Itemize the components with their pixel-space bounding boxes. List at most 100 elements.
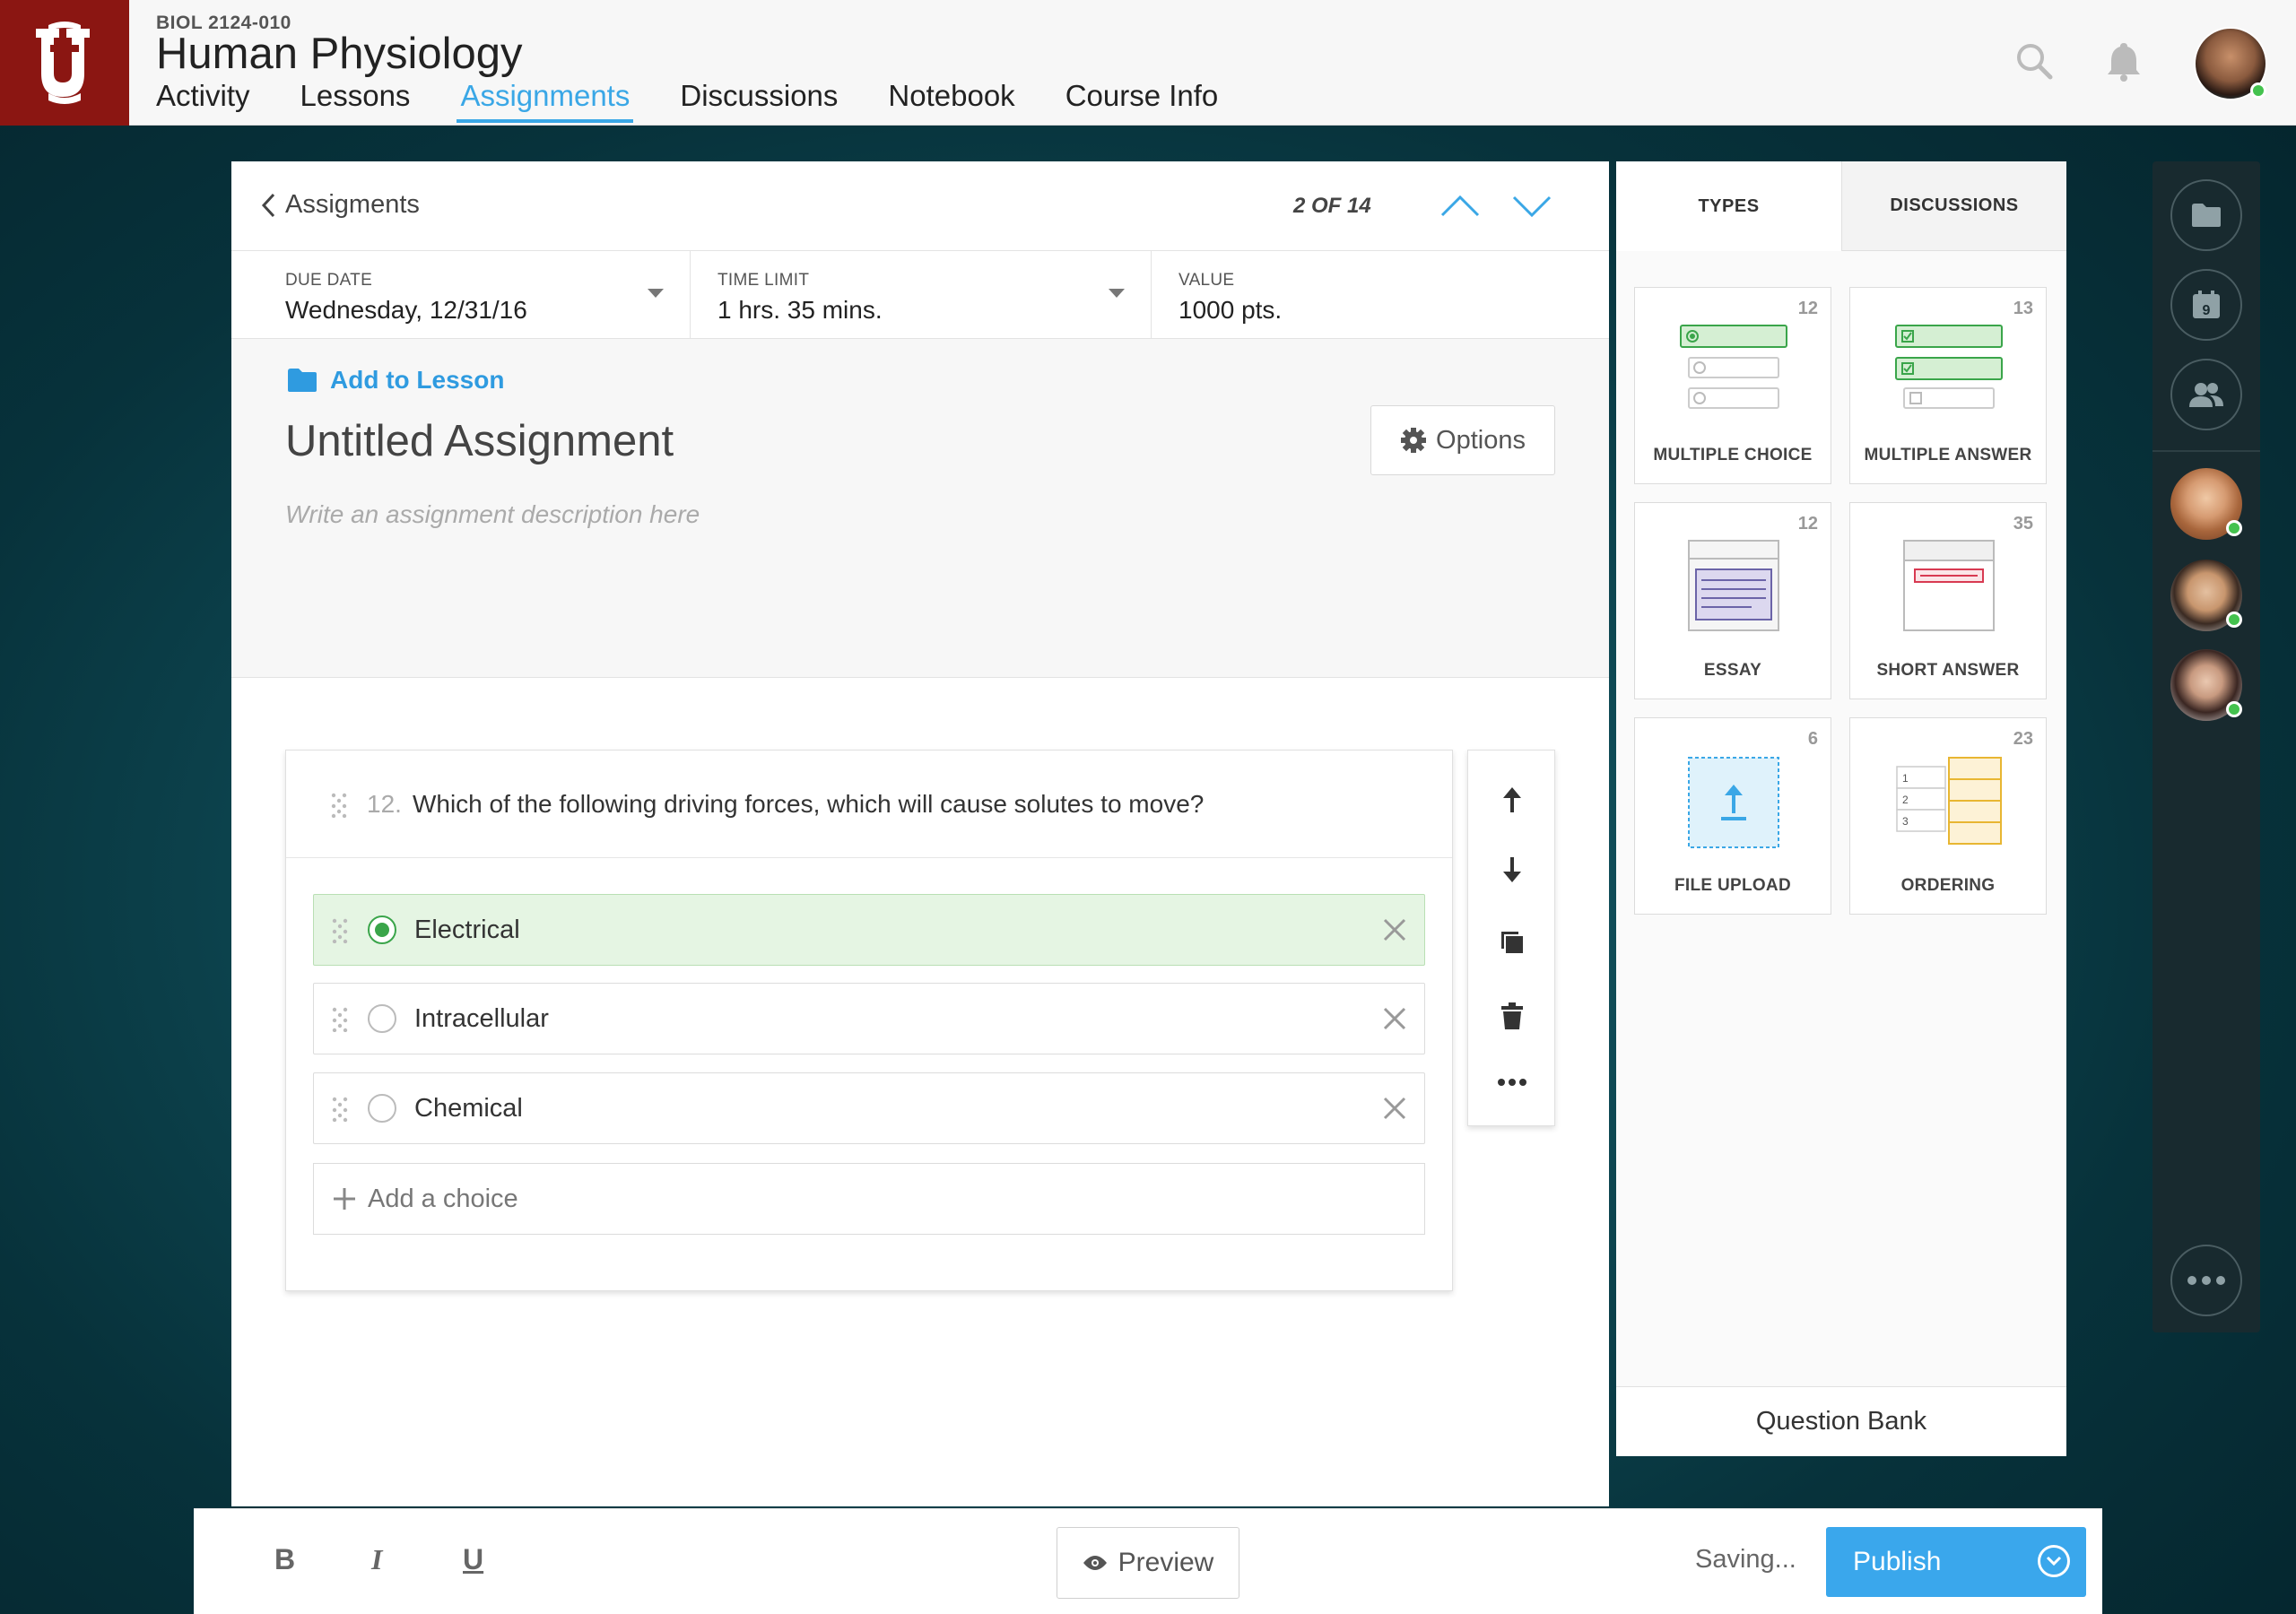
essay-icon [1688,540,1779,631]
type-label: FILE UPLOAD [1674,876,1791,895]
choice-radio[interactable] [368,1094,396,1123]
bold-button[interactable]: B [274,1543,295,1576]
nav-assignments[interactable]: Assignments [457,79,634,123]
plus-icon [334,1188,355,1210]
arrow-down-icon [1503,857,1521,882]
publish-options-button[interactable] [2038,1545,2070,1577]
ou-logo-icon [36,22,90,104]
close-icon[interactable] [1381,1005,1408,1032]
assignment-meta: DUE DATE Wednesday, 12/31/16 TIME LIMIT … [231,251,1609,339]
assignment-details: Add to Lesson Untitled Assignment Option… [231,339,1609,678]
question-number: 12. [367,789,402,818]
people-button[interactable] [2170,359,2242,430]
multiple-answer-icon [1895,325,2003,409]
type-file-upload[interactable]: 6 FILE UPLOAD [1634,717,1831,915]
question-bank-button[interactable]: Question Bank [1616,1386,2066,1456]
delete-button[interactable] [1494,998,1530,1034]
copy-icon [1501,932,1523,953]
type-count: 6 [1807,729,1818,749]
drag-handle-icon[interactable] [329,791,349,818]
chevron-down-icon [2046,1556,2062,1566]
tab-types[interactable]: TYPES [1616,161,1841,251]
type-essay[interactable]: 12 ESSAY [1634,502,1831,699]
calendar-day: 9 [2203,303,2211,318]
course-title: Human Physiology [156,30,523,78]
nav-discussions[interactable]: Discussions [680,79,838,120]
chevron-left-icon [261,193,275,217]
assignment-header: Assigments 2 OF 14 [231,161,1609,251]
time-limit-value: 1 hrs. 35 mins. [718,296,883,324]
due-date-label: DUE DATE [285,271,373,290]
drag-handle-icon[interactable] [330,1095,350,1122]
duplicate-button[interactable] [1494,924,1530,960]
assignment-counter: 2 OF 14 [1293,194,1371,218]
arrow-up-icon [1503,787,1521,812]
question-text[interactable]: Which of the following driving forces, w… [413,790,1204,819]
folder-icon [288,369,317,392]
question-types-panel: TYPES DISCUSSIONS 12 MULTIPLE CHOICE 13 … [1616,161,2066,1456]
ordering-icon: 1 2 3 [1896,757,2002,845]
chevron-up-icon [1440,195,1480,217]
nav-course-info[interactable]: Course Info [1065,79,1219,120]
choice-item[interactable]: Electrical [313,894,1425,966]
files-button[interactable] [2170,179,2242,251]
move-down-button[interactable] [1494,851,1530,887]
close-icon[interactable] [1381,1095,1408,1122]
value-field[interactable]: VALUE 1000 pts. [1152,251,1609,339]
next-assignment-button[interactable] [1510,188,1553,224]
choice-item[interactable]: Chemical [313,1072,1425,1144]
nav-notebook[interactable]: Notebook [888,79,1014,120]
publish-label: Publish [1853,1547,1942,1576]
add-choice-button[interactable]: Add a choice [313,1163,1425,1235]
type-count: 13 [2013,299,2033,318]
options-button[interactable]: Options [1370,405,1555,475]
nav-activity[interactable]: Activity [156,79,250,120]
type-count: 12 [1797,514,1818,534]
due-date-value: Wednesday, 12/31/16 [285,296,527,324]
time-limit-label: TIME LIMIT [718,271,810,290]
back-to-assignments[interactable]: Assigments [260,190,420,220]
search-icon[interactable] [2013,39,2056,82]
type-label: ORDERING [1900,876,1996,895]
nav-lessons[interactable]: Lessons [300,79,411,120]
file-upload-icon [1688,757,1779,848]
online-status-dot [2226,701,2242,717]
close-icon[interactable] [1381,916,1408,943]
type-count: 35 [2013,514,2033,534]
main-nav: Activity Lessons Assignments Discussions… [156,79,1268,123]
calendar-button[interactable]: 9 [2170,269,2242,341]
type-multiple-answer[interactable]: 13 MULTIPLE ANSWER [1849,287,2047,484]
ordering-number: 2 [1902,794,1909,806]
ellipsis-icon [1498,1079,1526,1086]
previous-assignment-button[interactable] [1439,188,1482,224]
italic-button[interactable]: I [371,1543,382,1576]
due-date-field[interactable]: DUE DATE Wednesday, 12/31/16 [231,251,691,339]
bell-icon[interactable] [2102,39,2145,82]
type-multiple-choice[interactable]: 12 MULTIPLE CHOICE [1634,287,1831,484]
calendar-icon: 9 [2193,291,2220,318]
type-label: ESSAY [1703,661,1762,680]
choice-radio[interactable] [368,915,396,944]
editor-toolbar: B I U Preview Saving... Publish [194,1508,2102,1614]
move-up-button[interactable] [1494,783,1530,819]
university-logo[interactable] [0,0,129,126]
dock-divider [2152,450,2260,452]
ordering-number: 3 [1902,815,1909,828]
choice-radio[interactable] [368,1004,396,1033]
type-short-answer[interactable]: 35 SHORT ANSWER [1849,502,2047,699]
tab-discussions[interactable]: DISCUSSIONS [1841,161,2066,251]
drag-handle-icon[interactable] [330,1005,350,1032]
more-button[interactable] [2170,1245,2242,1316]
time-limit-field[interactable]: TIME LIMIT 1 hrs. 35 mins. [691,251,1152,339]
assignment-title[interactable]: Untitled Assignment [285,416,674,466]
choice-item[interactable]: Intracellular [313,983,1425,1054]
publish-button[interactable]: Publish [1826,1527,2086,1597]
type-ordering[interactable]: 2 3 1 2 3 ORDERING [1849,717,2047,915]
assignment-description-input[interactable]: Write an assignment description here [285,500,700,529]
question-header: 12. Which of the following driving force… [286,751,1452,858]
underline-button[interactable]: U [463,1543,483,1576]
drag-handle-icon[interactable] [330,916,350,943]
add-to-lesson-link[interactable]: Add to Lesson [287,366,504,395]
preview-button[interactable]: Preview [1057,1527,1239,1599]
more-options-button[interactable] [1494,1064,1530,1100]
